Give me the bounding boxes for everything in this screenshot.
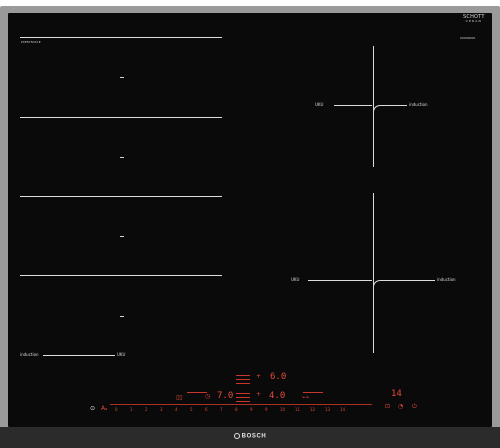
brand-logo: BOSCH <box>0 433 500 440</box>
control-stack-line-5[interactable] <box>236 397 250 398</box>
right-bottom-zone-horizontal-left <box>308 280 372 281</box>
right-bottom-uku-logo: UKU <box>291 277 300 282</box>
zone-select-icon-top[interactable]: + <box>256 374 261 380</box>
right-top-zone-horizontal-right <box>380 105 407 106</box>
timer-right-icon[interactable]: ◔ <box>398 404 403 410</box>
scale-8[interactable]: 8 <box>235 408 238 412</box>
display-top: 6.0 <box>270 372 287 382</box>
zone-select-icon-mid[interactable]: + <box>256 392 261 398</box>
scale-5[interactable]: 5 <box>190 408 193 412</box>
scale-13[interactable]: 12 <box>310 408 315 412</box>
left-induction-line <box>43 355 115 356</box>
zone-divider-1 <box>20 37 222 38</box>
zone-center-mark-3 <box>120 236 124 237</box>
control-stack-line-1[interactable] <box>236 375 250 376</box>
right-bottom-zone-curve <box>373 280 384 287</box>
scale-9[interactable]: 9 <box>250 408 253 412</box>
right-control-line[interactable] <box>303 392 323 393</box>
brand-name: BOSCH <box>241 433 267 440</box>
bosch-logo-icon <box>233 433 240 439</box>
zone-divider-2 <box>20 117 222 118</box>
right-bottom-induction-label: induction <box>437 277 456 282</box>
right-top-zone-horizontal-left <box>334 105 372 106</box>
display-right: 14 <box>391 389 402 399</box>
display-mid: 4.0 <box>269 391 286 401</box>
power-icon[interactable]: ⏻ <box>412 404 417 410</box>
control-stack-line-4[interactable] <box>236 393 250 394</box>
power-scale-line[interactable] <box>110 404 372 405</box>
scale-1[interactable]: 1 <box>130 408 133 412</box>
scale-15[interactable]: 14 <box>340 408 345 412</box>
timer-icon[interactable]: ◷ <box>205 394 210 400</box>
right-bottom-zone-horizontal-right <box>380 280 435 281</box>
scale-2[interactable]: 2 <box>145 408 148 412</box>
control-stack-line-3[interactable] <box>236 383 250 384</box>
right-bottom-zone-vertical-line <box>373 193 374 353</box>
schott-ceran-logo: SCHOTT CERAN <box>463 15 485 23</box>
scale-0[interactable]: 0 <box>115 408 118 412</box>
scale-12[interactable]: 11 <box>295 408 300 412</box>
right-top-induction-label: induction <box>409 102 428 107</box>
lock-icon[interactable]: ⊡ <box>385 404 390 410</box>
power-scale[interactable]: 0 1 2 3 4 5 6 7 8 9 9 10 11 12 13 14 <box>100 408 366 414</box>
scale-6[interactable]: 6 <box>205 408 208 412</box>
main-power-icon[interactable]: ⊙ <box>90 406 95 412</box>
zone-divider-4 <box>20 275 222 276</box>
scale-3[interactable]: 3 <box>160 408 163 412</box>
scale-4[interactable]: 4 <box>175 408 178 412</box>
display-mid-left: 7.0 <box>217 391 234 401</box>
scale-14[interactable]: 13 <box>325 408 330 412</box>
cooking-sensor-icon[interactable]: ⌁⌁ <box>302 395 309 401</box>
left-control-line[interactable] <box>187 392 207 393</box>
flex-zone-icon[interactable]: ▯▯ <box>176 395 183 401</box>
zone-divider-3 <box>20 196 222 197</box>
left-uku-logo: UKU <box>117 352 126 357</box>
zone-center-mark-2 <box>120 157 124 158</box>
glass-surface <box>8 13 492 427</box>
control-stack-line-2[interactable] <box>236 379 250 380</box>
scale-10[interactable]: 9 <box>265 408 268 412</box>
zone-center-mark-4 <box>120 316 124 317</box>
scale-7[interactable]: 7 <box>220 408 223 412</box>
right-top-zone-curve <box>373 105 384 112</box>
right-top-uku-logo: UKU <box>315 102 324 107</box>
zone-center-mark-1 <box>120 77 124 78</box>
model-text: PXE875DC1E <box>21 40 41 44</box>
left-induction-label: induction <box>20 352 39 357</box>
serial-text: 00000000 <box>460 36 476 40</box>
ceran-logo-text: CERAN <box>465 19 482 23</box>
control-stack-line-6[interactable] <box>236 401 250 402</box>
scale-11[interactable]: 10 <box>280 408 285 412</box>
